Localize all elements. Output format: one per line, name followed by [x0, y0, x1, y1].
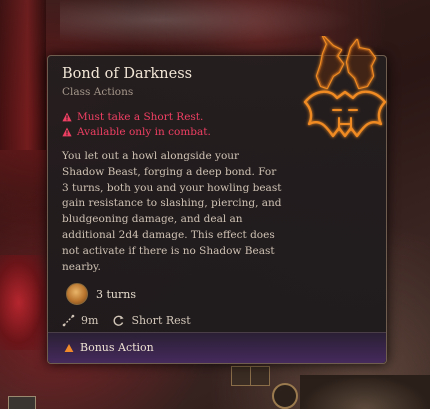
range-text: 9m	[81, 314, 99, 327]
range-item: 9m	[62, 314, 98, 327]
hud-portrait-frame[interactable]	[300, 375, 430, 409]
duration-row: 3 turns	[66, 283, 136, 305]
hud-hotbar-tab[interactable]	[8, 396, 36, 409]
requirement-short-rest: Must take a Short Rest.	[62, 111, 203, 123]
spell-meta-row: 9m Short Rest	[62, 314, 205, 327]
requirement-text: Available only in combat.	[77, 126, 211, 138]
spell-title: Bond of Darkness	[62, 66, 193, 82]
hud-end-turn-button[interactable]	[272, 383, 298, 409]
background-figure	[0, 0, 46, 150]
action-cost-bar: Bonus Action	[48, 332, 386, 363]
requirement-combat: Available only in combat.	[62, 126, 211, 138]
wolves-bat-emblem-icon	[303, 36, 387, 138]
spell-category: Class Actions	[62, 86, 134, 98]
requirement-text: Must take a Short Rest.	[77, 111, 204, 123]
recharge-icon	[113, 315, 125, 326]
background-blood-stain	[0, 255, 46, 350]
action-cost-text: Bonus Action	[80, 341, 154, 354]
hud-hotbar-slot[interactable]	[231, 366, 251, 386]
recharge-item: Short Rest	[112, 314, 191, 327]
warning-triangle-icon	[62, 112, 72, 122]
range-icon	[62, 314, 75, 327]
warning-triangle-icon	[62, 127, 72, 137]
bonus-action-triangle-icon	[64, 343, 74, 352]
duration-text: 3 turns	[96, 287, 136, 301]
duration-orb-icon	[66, 283, 88, 305]
spell-description: You let out a howl alongside your Shadow…	[62, 150, 282, 273]
action-cost: Bonus Action	[64, 341, 154, 354]
recharge-text: Short Rest	[131, 314, 191, 327]
hud-hotbar-slot[interactable]	[250, 366, 270, 386]
